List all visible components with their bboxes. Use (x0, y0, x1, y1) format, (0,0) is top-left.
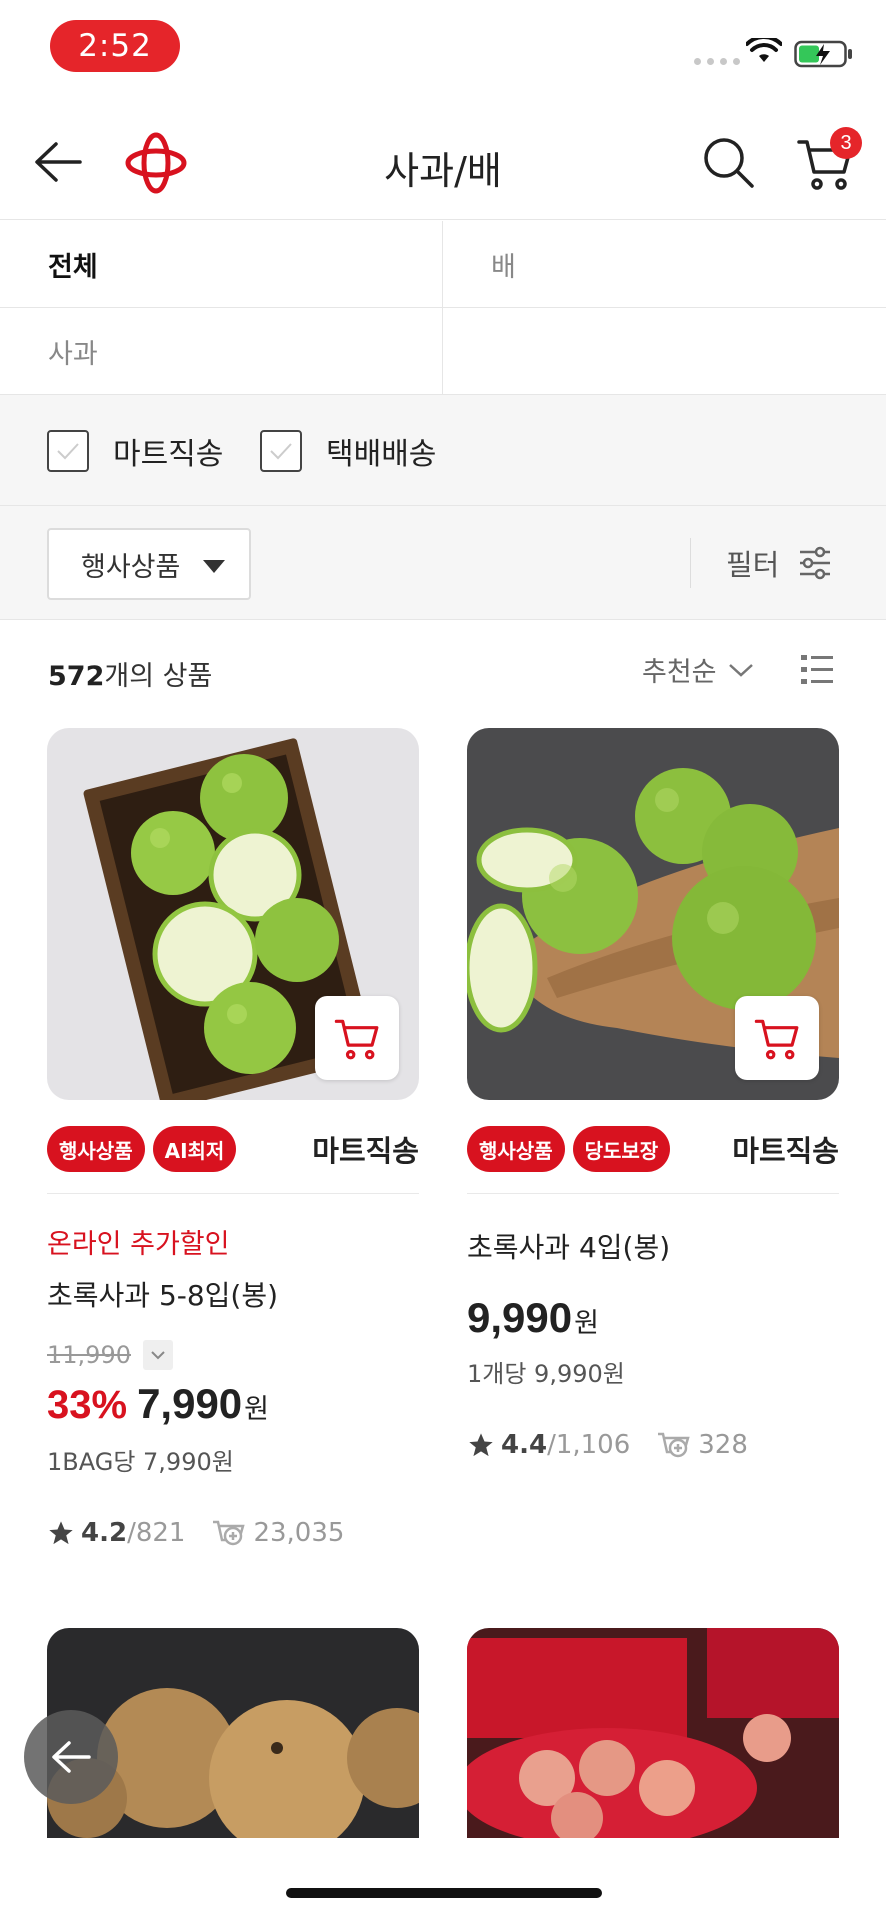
red-apples-basket-image (467, 1628, 839, 1838)
rating-row: 4.4 /1,106 328 (467, 1430, 748, 1460)
price-row: 9,990 원 (467, 1294, 599, 1342)
cellular-signal-icon (694, 58, 740, 65)
currency-unit: 원 (244, 1394, 270, 1425)
cart-plus-icon (658, 1432, 690, 1458)
caret-down-icon (203, 560, 225, 573)
event-product-dropdown[interactable]: 행사상품 (47, 528, 251, 600)
cart-add-count: 328 (656, 1430, 748, 1460)
discount-rate: 33% (47, 1383, 128, 1427)
checkbox-label: 마트직송 (113, 437, 224, 472)
event-tag: 행사상품 (467, 1126, 565, 1172)
rating-score: 4.2 (81, 1518, 128, 1548)
category-pear[interactable]: 배 (443, 221, 886, 307)
promo-text: 온라인 추가할인 (47, 1229, 230, 1260)
category-apple[interactable]: 사과 (0, 308, 442, 394)
wifi-icon (746, 38, 782, 62)
divider (0, 307, 886, 308)
product-image[interactable] (47, 728, 419, 1100)
sort-label: 추천순 (642, 657, 717, 688)
dropdown-value: 행사상품 (81, 551, 181, 583)
cart-icon (334, 1019, 379, 1060)
event-tag: 행사상품 (47, 1126, 145, 1172)
floating-back-button[interactable] (24, 1710, 118, 1804)
cart-add-count: 23,035 (211, 1518, 344, 1548)
unit-price: 1BAG당 7,990원 (47, 1448, 234, 1476)
divider (467, 1193, 839, 1194)
chevron-down-icon (728, 663, 753, 677)
tags-row: 행사상품 AI최저 마트직송 (47, 1122, 419, 1176)
review-count: /1,106 (547, 1430, 631, 1460)
currency-unit: 원 (574, 1308, 599, 1339)
search-icon[interactable] (702, 136, 756, 190)
divider (690, 538, 691, 588)
rating-row: 4.2 /821 23,035 (47, 1518, 344, 1548)
count-suffix: 개의 상품 (104, 661, 213, 692)
product-name[interactable]: 초록사과 4입(봉) (467, 1226, 670, 1266)
product-card[interactable]: 행사상품 AI최저 마트직송 온라인 추가할인 초록사과 5-8입(봉) 11,… (47, 728, 419, 1548)
product-image[interactable] (467, 1628, 839, 1838)
sort-dropdown[interactable]: 추천순 (642, 650, 755, 689)
cart-add-number: 23,035 (253, 1518, 345, 1548)
left-arrow-icon (52, 1741, 91, 1773)
product-card[interactable]: 행사상품 당도보장 마트직송 초록사과 4입(봉) 9,990 원 1개당 9,… (467, 728, 839, 1460)
divider (47, 1193, 419, 1194)
cart-count-badge: 3 (830, 127, 862, 159)
count-number: 572 (48, 661, 105, 692)
delivery-filter-bar: 마트직송 택배배송 (0, 394, 886, 506)
star-icon (49, 1521, 73, 1545)
shipping-type: 마트직송 (732, 1134, 839, 1168)
chevron-down-icon (151, 1351, 165, 1360)
shipping-type: 마트직송 (312, 1134, 419, 1168)
checkbox-icon (260, 430, 302, 472)
top-navigation-bar: 사과/배 3 (0, 100, 886, 220)
checkbox-icon (47, 430, 89, 472)
tags-row: 행사상품 당도보장 마트직송 (467, 1122, 839, 1176)
add-to-cart-button[interactable] (315, 996, 399, 1080)
price-detail-toggle[interactable] (142, 1340, 173, 1370)
cart-icon (754, 1019, 799, 1060)
cart-add-number: 328 (698, 1430, 748, 1460)
product-name[interactable]: 초록사과 5-8입(봉) (47, 1274, 278, 1314)
sweetness-guarantee-tag: 당도보장 (572, 1126, 671, 1172)
star-icon (469, 1433, 493, 1457)
status-time: 2:52 (50, 20, 180, 72)
filter-bar: 행사상품 필터 (0, 506, 886, 620)
ai-lowest-tag: AI최저 (152, 1126, 237, 1172)
checkbox-label: 택배배송 (326, 437, 437, 472)
price-row: 33% 7,990 원 (47, 1380, 269, 1428)
category-all[interactable]: 전체 (0, 221, 442, 307)
sliders-icon (800, 546, 831, 580)
list-view-icon[interactable] (800, 652, 834, 688)
product-image[interactable] (467, 728, 839, 1100)
unit-price: 1개당 9,990원 (467, 1360, 625, 1388)
mart-delivery-checkbox[interactable]: 마트직송 (47, 429, 223, 473)
rating-score: 4.4 (501, 1430, 548, 1460)
product-count: 572개의 상품 (48, 654, 212, 693)
sale-price: 7,990 (137, 1380, 243, 1427)
original-price-value: 11,990 (47, 1341, 131, 1369)
filter-label: 필터 (726, 548, 780, 582)
status-bar: 2:52 (0, 0, 886, 100)
cart-plus-icon (213, 1520, 246, 1546)
category-grid: 전체 배 사과 (0, 221, 886, 394)
original-price: 11,990 (47, 1340, 173, 1370)
filter-button[interactable]: 필터 (726, 542, 831, 584)
parcel-delivery-checkbox[interactable]: 택배배송 (260, 429, 436, 473)
divider (442, 221, 443, 394)
review-count: /821 (127, 1518, 186, 1548)
add-to-cart-button[interactable] (735, 996, 819, 1080)
sale-price: 9,990 (467, 1294, 573, 1341)
battery-charging-icon (794, 40, 852, 68)
home-indicator[interactable] (286, 1888, 602, 1898)
